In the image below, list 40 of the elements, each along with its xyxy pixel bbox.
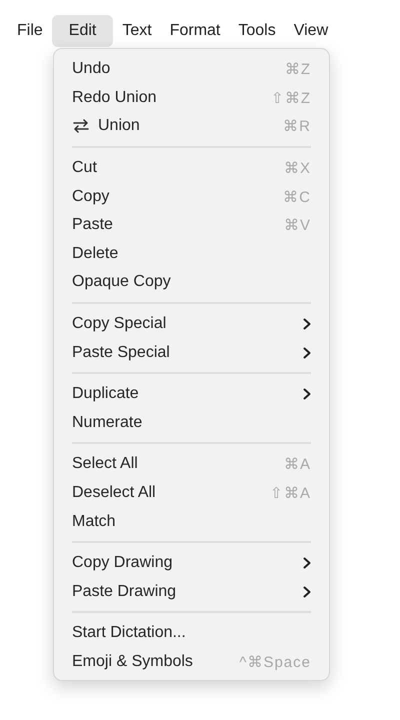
- menu-item[interactable]: Delete: [72, 244, 311, 263]
- menu-item[interactable]: Emoji & Symbols: [72, 652, 240, 671]
- menu-item[interactable]: Start Dictation...: [72, 624, 311, 642]
- shortcut-label: ⇧⌘A: [270, 484, 311, 502]
- chevron-icon: [303, 586, 311, 598]
- menu-item[interactable]: Undo: [72, 60, 285, 78]
- menu-item[interactable]: Opaque Copy: [72, 273, 311, 292]
- menubar-item[interactable]: Format: [160, 14, 230, 46]
- chevron-icon: [303, 557, 311, 570]
- menu-item[interactable]: Numerate: [72, 414, 311, 432]
- menu-item[interactable]: Cut: [72, 159, 284, 178]
- shortcut-label: ⌘X: [284, 159, 311, 178]
- menubar-item[interactable]: Text: [113, 14, 161, 46]
- menubar-item[interactable]: Edit: [52, 14, 114, 46]
- menu-item[interactable]: Paste Drawing: [72, 582, 303, 601]
- menu-item[interactable]: Select All: [72, 455, 284, 474]
- swap-icon: [72, 119, 90, 134]
- menu-item[interactable]: Duplicate: [72, 385, 303, 404]
- menu-item[interactable]: Redo Union: [72, 88, 271, 107]
- menu-item[interactable]: Copy Drawing: [72, 554, 303, 572]
- chevron-icon: [303, 346, 311, 359]
- shortcut-label: ⌘C: [283, 188, 311, 206]
- shortcut-label: ⌘Z: [284, 60, 311, 78]
- menubar-item[interactable]: View: [284, 14, 338, 46]
- menu-item[interactable]: Copy: [72, 188, 284, 206]
- shortcut-label: ⇧⌘Z: [270, 88, 311, 107]
- menu-item[interactable]: Match: [72, 512, 311, 531]
- chevron-icon: [303, 388, 311, 400]
- shortcut-label: ⌘R: [283, 117, 311, 136]
- menu-item[interactable]: Union: [98, 117, 284, 136]
- chevron-icon: [303, 318, 311, 330]
- menu-item[interactable]: Copy Special: [72, 315, 303, 334]
- menubar-item[interactable]: Tools: [229, 14, 285, 46]
- menu-item[interactable]: Deselect All: [72, 484, 270, 502]
- shortcut-label: ^⌘Space: [239, 652, 311, 671]
- menu-item[interactable]: Paste Special: [72, 344, 303, 362]
- shortcut-label: ⌘V: [284, 216, 311, 234]
- menu-item[interactable]: Paste: [72, 216, 284, 234]
- menubar-item[interactable]: File: [8, 14, 52, 46]
- shortcut-label: ⌘A: [284, 455, 311, 474]
